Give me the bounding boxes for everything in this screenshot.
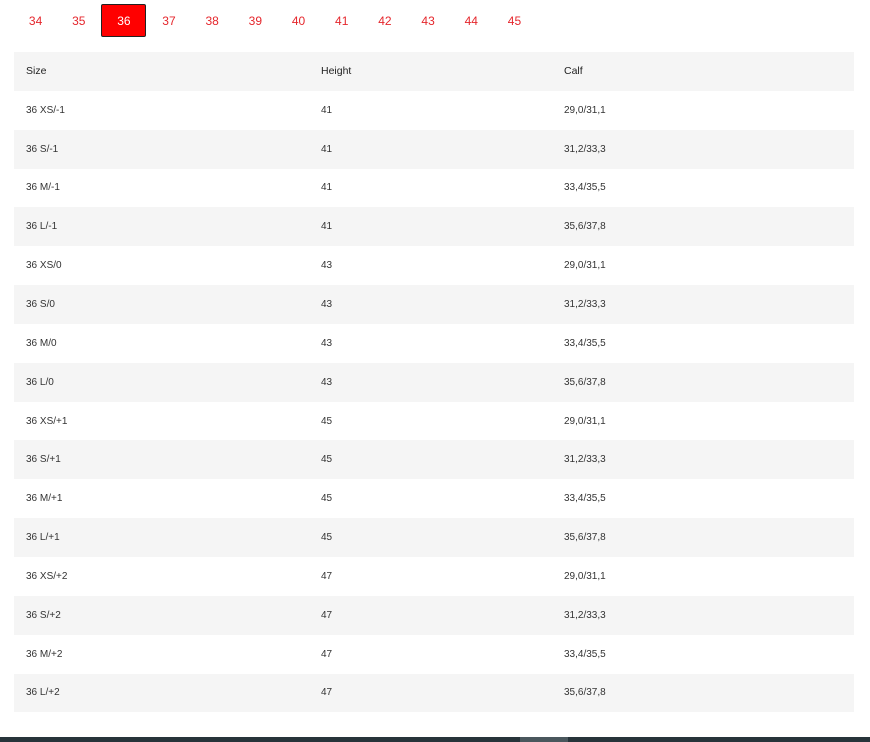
cell-calf: 31,2/33,3 bbox=[564, 143, 606, 155]
cell-height: 43 bbox=[321, 337, 333, 349]
table-row: 36 S/0 43 31,2/33,3 bbox=[14, 285, 854, 324]
cell-calf: 29,0/31,1 bbox=[564, 570, 606, 582]
size-tabs: 34 35 36 37 38 39 40 41 42 43 44 45 bbox=[14, 4, 536, 37]
table-row: 36 L/+1 45 35,6/37,8 bbox=[14, 518, 854, 557]
size-tab-40[interactable]: 40 bbox=[277, 4, 320, 37]
table-row: 36 XS/-1 41 29,0/31,1 bbox=[14, 91, 854, 130]
cell-size: 36 XS/+1 bbox=[26, 415, 68, 427]
cell-size: 36 L/0 bbox=[26, 376, 54, 388]
table-row: 36 S/-1 41 31,2/33,3 bbox=[14, 129, 854, 169]
cell-size: 36 M/0 bbox=[26, 337, 57, 349]
table-row: 36 XS/+2 47 29,0/31,1 bbox=[14, 557, 854, 596]
cell-calf: 33,4/35,5 bbox=[564, 493, 606, 505]
size-tab-44[interactable]: 44 bbox=[450, 4, 493, 37]
table-row: 36 M/-1 41 33,4/35,5 bbox=[14, 169, 854, 208]
cell-calf: 29,0/31,1 bbox=[564, 260, 606, 272]
size-tab-39[interactable]: 39 bbox=[234, 4, 277, 37]
size-tab-42[interactable]: 42 bbox=[363, 4, 406, 37]
table-header-row: Size Height Calf bbox=[14, 52, 854, 91]
size-tab-38[interactable]: 38 bbox=[191, 4, 234, 37]
size-tab-37[interactable]: 37 bbox=[147, 4, 190, 37]
cell-size: 36 M/+2 bbox=[26, 648, 63, 660]
table-row: 36 M/+2 47 33,4/35,5 bbox=[14, 635, 854, 674]
size-tab-45[interactable]: 45 bbox=[493, 4, 536, 37]
footer-bar bbox=[0, 737, 870, 742]
cell-height: 41 bbox=[321, 182, 333, 194]
table-body: 36 XS/-1 41 29,0/31,1 36 S/-1 41 31,2/33,3 36 … bbox=[14, 91, 854, 713]
size-tab-36[interactable]: 36 bbox=[101, 4, 147, 37]
cell-height: 45 bbox=[321, 532, 333, 544]
cell-height: 47 bbox=[321, 570, 333, 582]
table-row: 36 M/0 43 33,4/35,5 bbox=[14, 324, 854, 363]
cell-calf: 29,0/31,1 bbox=[564, 104, 606, 116]
cell-calf: 35,6/37,8 bbox=[564, 221, 606, 233]
table-row: 36 M/+1 45 33,4/35,5 bbox=[14, 479, 854, 518]
cell-height: 43 bbox=[321, 260, 333, 272]
cell-height: 43 bbox=[321, 298, 333, 310]
cell-size: 36 L/+2 bbox=[26, 687, 60, 699]
cell-size: 36 S/0 bbox=[26, 298, 55, 310]
cell-height: 45 bbox=[321, 454, 333, 466]
cell-height: 45 bbox=[321, 493, 333, 505]
size-tab-43[interactable]: 43 bbox=[407, 4, 450, 37]
cell-height: 47 bbox=[321, 609, 333, 621]
cell-calf: 35,6/37,8 bbox=[564, 532, 606, 544]
size-tab-34[interactable]: 34 bbox=[14, 4, 57, 37]
cell-calf: 31,2/33,3 bbox=[564, 609, 606, 621]
cell-calf: 33,4/35,5 bbox=[564, 337, 606, 349]
cell-size: 36 XS/-1 bbox=[26, 104, 65, 116]
cell-size: 36 S/-1 bbox=[26, 143, 59, 155]
table-row: 36 L/0 43 35,6/37,8 bbox=[14, 362, 854, 402]
cell-calf: 35,6/37,8 bbox=[564, 376, 606, 388]
cell-height: 41 bbox=[321, 143, 333, 155]
cell-calf: 33,4/35,5 bbox=[564, 182, 606, 194]
cell-size: 36 S/+2 bbox=[26, 609, 61, 621]
column-header-size: Size bbox=[26, 65, 47, 78]
table-row: 36 XS/+1 45 29,0/31,1 bbox=[14, 402, 854, 441]
cell-size: 36 XS/0 bbox=[26, 260, 62, 272]
cell-size: 36 M/+1 bbox=[26, 493, 63, 505]
cell-height: 47 bbox=[321, 687, 333, 699]
table-row: 36 L/-1 41 35,6/37,8 bbox=[14, 207, 854, 247]
cell-size: 36 XS/+2 bbox=[26, 570, 68, 582]
column-header-height: Height bbox=[321, 65, 352, 78]
cell-size: 36 L/-1 bbox=[26, 221, 58, 233]
column-header-calf: Calf bbox=[564, 65, 583, 78]
cell-calf: 31,2/33,3 bbox=[564, 298, 606, 310]
cell-height: 41 bbox=[321, 104, 333, 116]
cell-calf: 31,2/33,3 bbox=[564, 454, 606, 466]
size-tab-35[interactable]: 35 bbox=[57, 4, 100, 37]
cell-size: 36 L/+1 bbox=[26, 532, 60, 544]
cell-size: 36 M/-1 bbox=[26, 182, 60, 194]
cell-height: 47 bbox=[321, 648, 333, 660]
table-row: 36 XS/0 43 29,0/31,1 bbox=[14, 246, 854, 285]
scrollbar-thumb[interactable] bbox=[520, 737, 568, 742]
cell-calf: 35,6/37,8 bbox=[564, 687, 606, 699]
cell-height: 45 bbox=[321, 415, 333, 427]
cell-height: 41 bbox=[321, 221, 333, 233]
cell-calf: 29,0/31,1 bbox=[564, 415, 606, 427]
table-row: 36 S/+1 45 31,2/33,3 bbox=[14, 440, 854, 480]
cell-calf: 33,4/35,5 bbox=[564, 648, 606, 660]
table-row: 36 L/+2 47 35,6/37,8 bbox=[14, 673, 854, 713]
cell-size: 36 S/+1 bbox=[26, 454, 61, 466]
size-table: Size Height Calf 36 XS/-1 41 29,0/31,1 36 S… bbox=[14, 52, 854, 713]
size-tab-41[interactable]: 41 bbox=[320, 4, 363, 37]
cell-height: 43 bbox=[321, 376, 333, 388]
table-row: 36 S/+2 47 31,2/33,3 bbox=[14, 595, 854, 635]
